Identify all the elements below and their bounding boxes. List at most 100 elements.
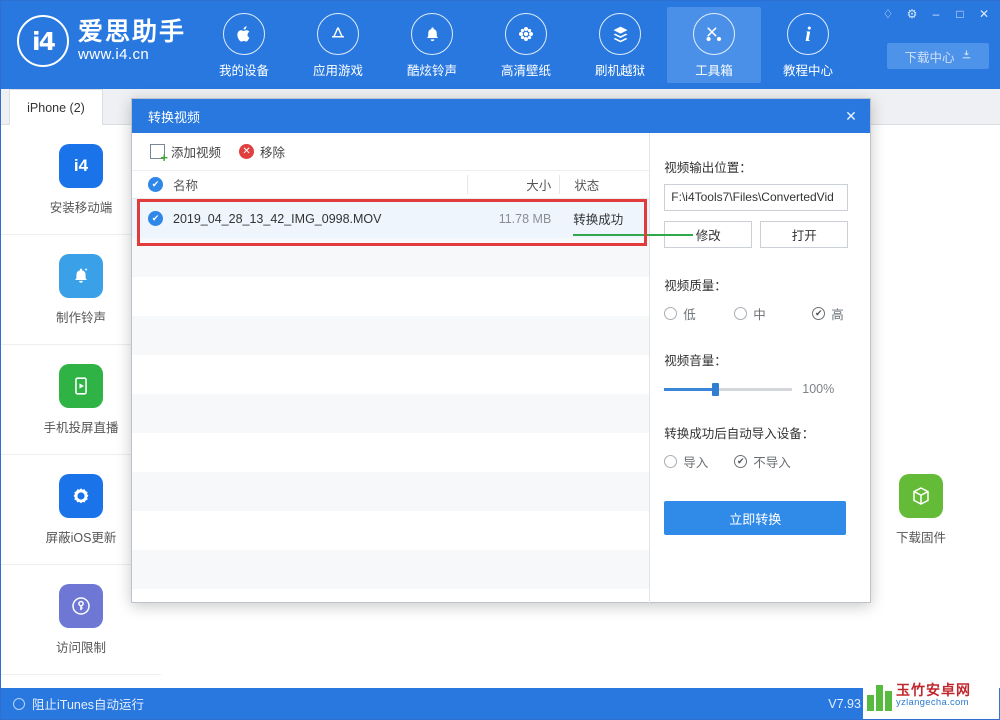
nav-item-my-device[interactable]: 我的设备: [197, 7, 291, 83]
row-file-name: 2019_04_28_13_42_IMG_0998.MOV: [173, 211, 382, 226]
convert-video-dialog: 转换视频 ✕ 添加视频 ✕ 移除 ✔ 名称: [131, 98, 871, 603]
bell-plus-icon: [59, 253, 103, 298]
shirt-icon[interactable]: ♢: [877, 4, 899, 23]
add-video-button[interactable]: 添加视频: [150, 142, 222, 164]
watermark-url: yzlangecha.com: [896, 697, 969, 709]
list-item: [132, 511, 650, 550]
list-item: [132, 394, 650, 433]
tools-icon: [693, 13, 735, 55]
maximize-icon[interactable]: □: [949, 4, 971, 23]
auto-import-label: 转换成功后自动导入设备：: [664, 427, 815, 441]
list-item: [132, 277, 650, 316]
output-path-input[interactable]: F:\i4Tools7\Files\ConvertedVid: [664, 184, 849, 211]
select-all-checkbox[interactable]: ✔: [148, 177, 163, 192]
row-checkbox[interactable]: ✔: [148, 211, 163, 226]
tool-label: 制作铃声: [55, 310, 106, 325]
list-item: [132, 433, 650, 472]
convert-now-button[interactable]: 立即转换: [664, 501, 847, 535]
add-file-icon: [150, 144, 168, 164]
column-header-name[interactable]: 名称: [173, 175, 467, 194]
quality-option-high[interactable]: ✔ 高: [812, 304, 844, 323]
minimize-icon[interactable]: –: [925, 4, 947, 23]
i4tools-window: i4 爱思助手 www.i4.cn 我的设备 应用游戏 酷炫铃声 高清壁纸 刷机…: [0, 0, 1000, 720]
list-header-row: ✔ 名称 大小 状态: [132, 171, 650, 199]
key-lock-icon: [59, 583, 103, 628]
list-toolbar: 添加视频 ✕ 移除: [132, 133, 650, 171]
nav-label: 工具箱: [695, 64, 733, 78]
tool-label: 访问限制: [55, 640, 106, 655]
bell-icon: [411, 13, 453, 55]
import-label: 导入: [683, 456, 709, 470]
quality-option-medium[interactable]: 中: [734, 304, 812, 323]
open-path-button[interactable]: 打开: [760, 221, 849, 248]
status-bar: 阻止iTunes自动运行 V7.93 意见反馈 微信: [1, 688, 1000, 719]
main-nav: 我的设备 应用游戏 酷炫铃声 高清壁纸 刷机越狱 工具箱 i 教程中心: [197, 7, 855, 83]
row-status: 转换成功: [559, 209, 694, 236]
tool-label: 屏蔽iOS更新: [45, 530, 117, 545]
list-item: [132, 238, 650, 277]
volume-slider[interactable]: [664, 382, 793, 396]
appstore-icon: [317, 13, 359, 55]
radio-checked-icon: ✔: [734, 455, 748, 468]
logo-title: 爱思助手: [78, 18, 187, 46]
watermark: 玉竹安卓网 yzlangecha.com: [863, 673, 999, 719]
table-row[interactable]: ✔ 2019_04_28_13_42_IMG_0998.MOV 11.78 MB…: [132, 199, 694, 238]
radio-icon: [13, 697, 25, 710]
info-icon: i: [787, 13, 829, 55]
video-quality-section: 视频质量： 低 中 ✔ 高: [664, 275, 870, 323]
download-icon: [961, 49, 972, 63]
tool-label: 手机投屏直播: [43, 420, 119, 435]
list-item: [132, 316, 650, 355]
video-volume-label: 视频音量：: [664, 354, 727, 368]
version-label: V7.93: [828, 696, 861, 711]
close-icon[interactable]: ✕: [973, 4, 995, 23]
apple-icon: [223, 13, 265, 55]
import-label: 不导入: [753, 456, 791, 470]
remove-label: 移除: [260, 146, 286, 160]
nav-label: 刷机越狱: [594, 64, 645, 78]
i4-logo-icon: i4: [17, 15, 69, 67]
nav-item-tutorials[interactable]: i 教程中心: [761, 7, 855, 83]
box-open-icon: [599, 13, 641, 55]
flower-icon: [505, 13, 547, 55]
import-option-no[interactable]: ✔ 不导入: [734, 452, 791, 471]
download-center-label: 下载中心: [904, 50, 955, 65]
remove-video-button[interactable]: ✕ 移除: [239, 142, 285, 161]
video-list-panel: 添加视频 ✕ 移除 ✔ 名称 大小 状态 ✔ 2019_04: [132, 133, 694, 603]
column-header-state[interactable]: 状态: [559, 175, 649, 194]
gear-icon[interactable]: ⚙: [901, 4, 923, 23]
volume-slider-fill: [664, 387, 717, 391]
tool-label: 安装移动端: [49, 200, 113, 215]
block-itunes-toggle[interactable]: 阻止iTunes自动运行: [13, 694, 144, 713]
tab-iphone[interactable]: iPhone (2): [9, 89, 103, 125]
tool-label: 下载固件: [895, 531, 946, 545]
nav-item-toolbox[interactable]: 工具箱: [667, 7, 761, 83]
nav-item-wallpapers[interactable]: 高清壁纸: [479, 7, 573, 83]
nav-item-apps-games[interactable]: 应用游戏: [291, 7, 385, 83]
i4-app-icon: i4: [59, 143, 103, 188]
nav-label: 应用游戏: [312, 64, 363, 78]
import-option-yes[interactable]: 导入: [664, 452, 734, 471]
quality-option-low[interactable]: 低: [664, 304, 734, 323]
volume-slider-handle[interactable]: [712, 382, 720, 396]
nav-label: 教程中心: [782, 64, 833, 78]
column-header-size[interactable]: 大小: [467, 175, 559, 194]
download-center-button[interactable]: 下载中心: [887, 43, 989, 69]
output-path-label: 视频输出位置：: [664, 161, 752, 175]
app-logo: i4 爱思助手 www.i4.cn: [17, 15, 186, 67]
watermark-title: 玉竹安卓网: [896, 682, 971, 699]
list-item: [132, 472, 650, 511]
nav-item-ringtones[interactable]: 酷炫铃声: [385, 7, 479, 83]
app-header: i4 爱思助手 www.i4.cn 我的设备 应用游戏 酷炫铃声 高清壁纸 刷机…: [1, 1, 1000, 89]
add-video-label: 添加视频: [171, 146, 222, 160]
settings-panel: 视频输出位置： F:\i4Tools7\Files\ConvertedVid 修…: [650, 133, 870, 603]
quality-label: 低: [683, 308, 696, 322]
nav-item-flash-jailbreak[interactable]: 刷机越狱: [573, 7, 667, 83]
screen-cast-icon: [59, 363, 103, 408]
nav-label: 我的设备: [218, 64, 269, 78]
dialog-close-icon[interactable]: ✕: [838, 105, 864, 127]
radio-icon: [664, 455, 678, 468]
video-volume-section: 视频音量： 100%: [664, 350, 870, 396]
nav-label: 高清壁纸: [500, 64, 551, 78]
dialog-titlebar: 转换视频: [132, 99, 870, 133]
